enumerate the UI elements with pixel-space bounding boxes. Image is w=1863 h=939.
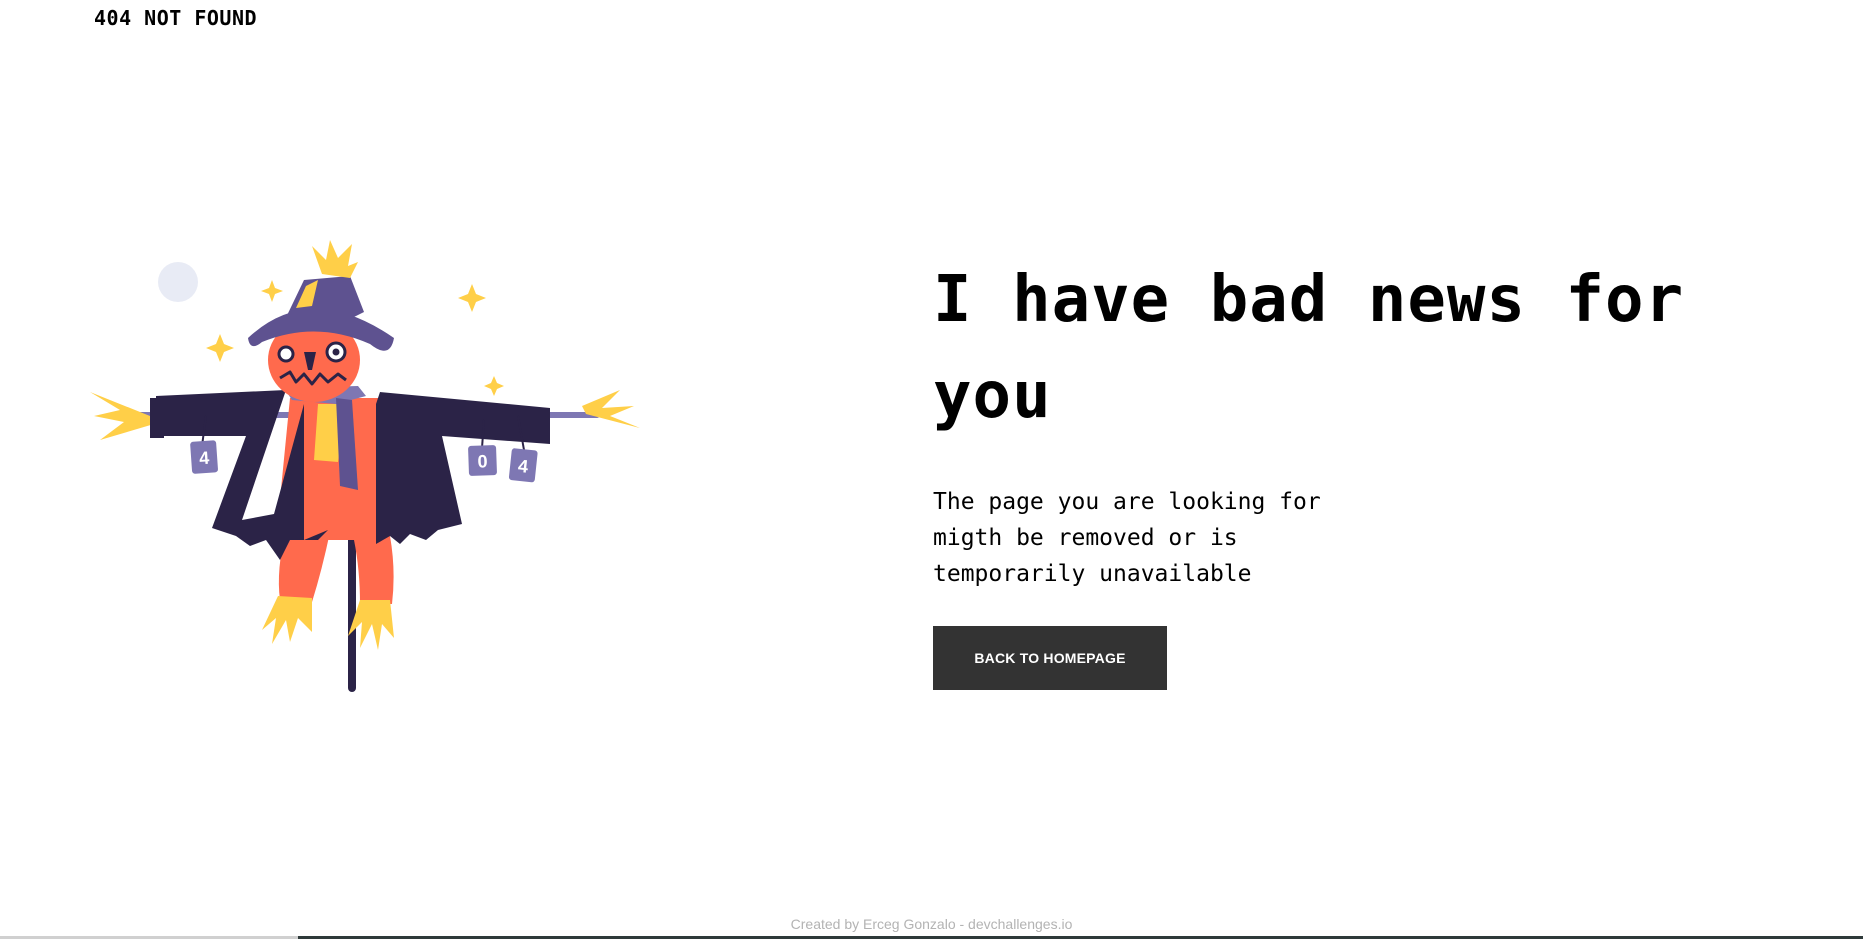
tag-4-right: 4 <box>517 456 529 477</box>
tag-0: 0 <box>477 451 488 471</box>
page-title: 404 NOT FOUND <box>94 6 258 30</box>
error-content: I have bad news for you The page you are… <box>933 252 1693 690</box>
moon-icon <box>158 262 198 302</box>
error-message: The page you are looking for migth be re… <box>933 489 1321 587</box>
footer-credit: Created by Erceg Gonzalo - devchallenges… <box>790 916 1073 932</box>
back-to-homepage-button[interactable]: BACK TO HOMEPAGE <box>933 626 1167 690</box>
tag-4-left: 4 <box>198 448 209 469</box>
headline: I have bad news for you <box>933 263 1685 433</box>
scarecrow-illustration: 4 0 4 <box>90 240 640 692</box>
